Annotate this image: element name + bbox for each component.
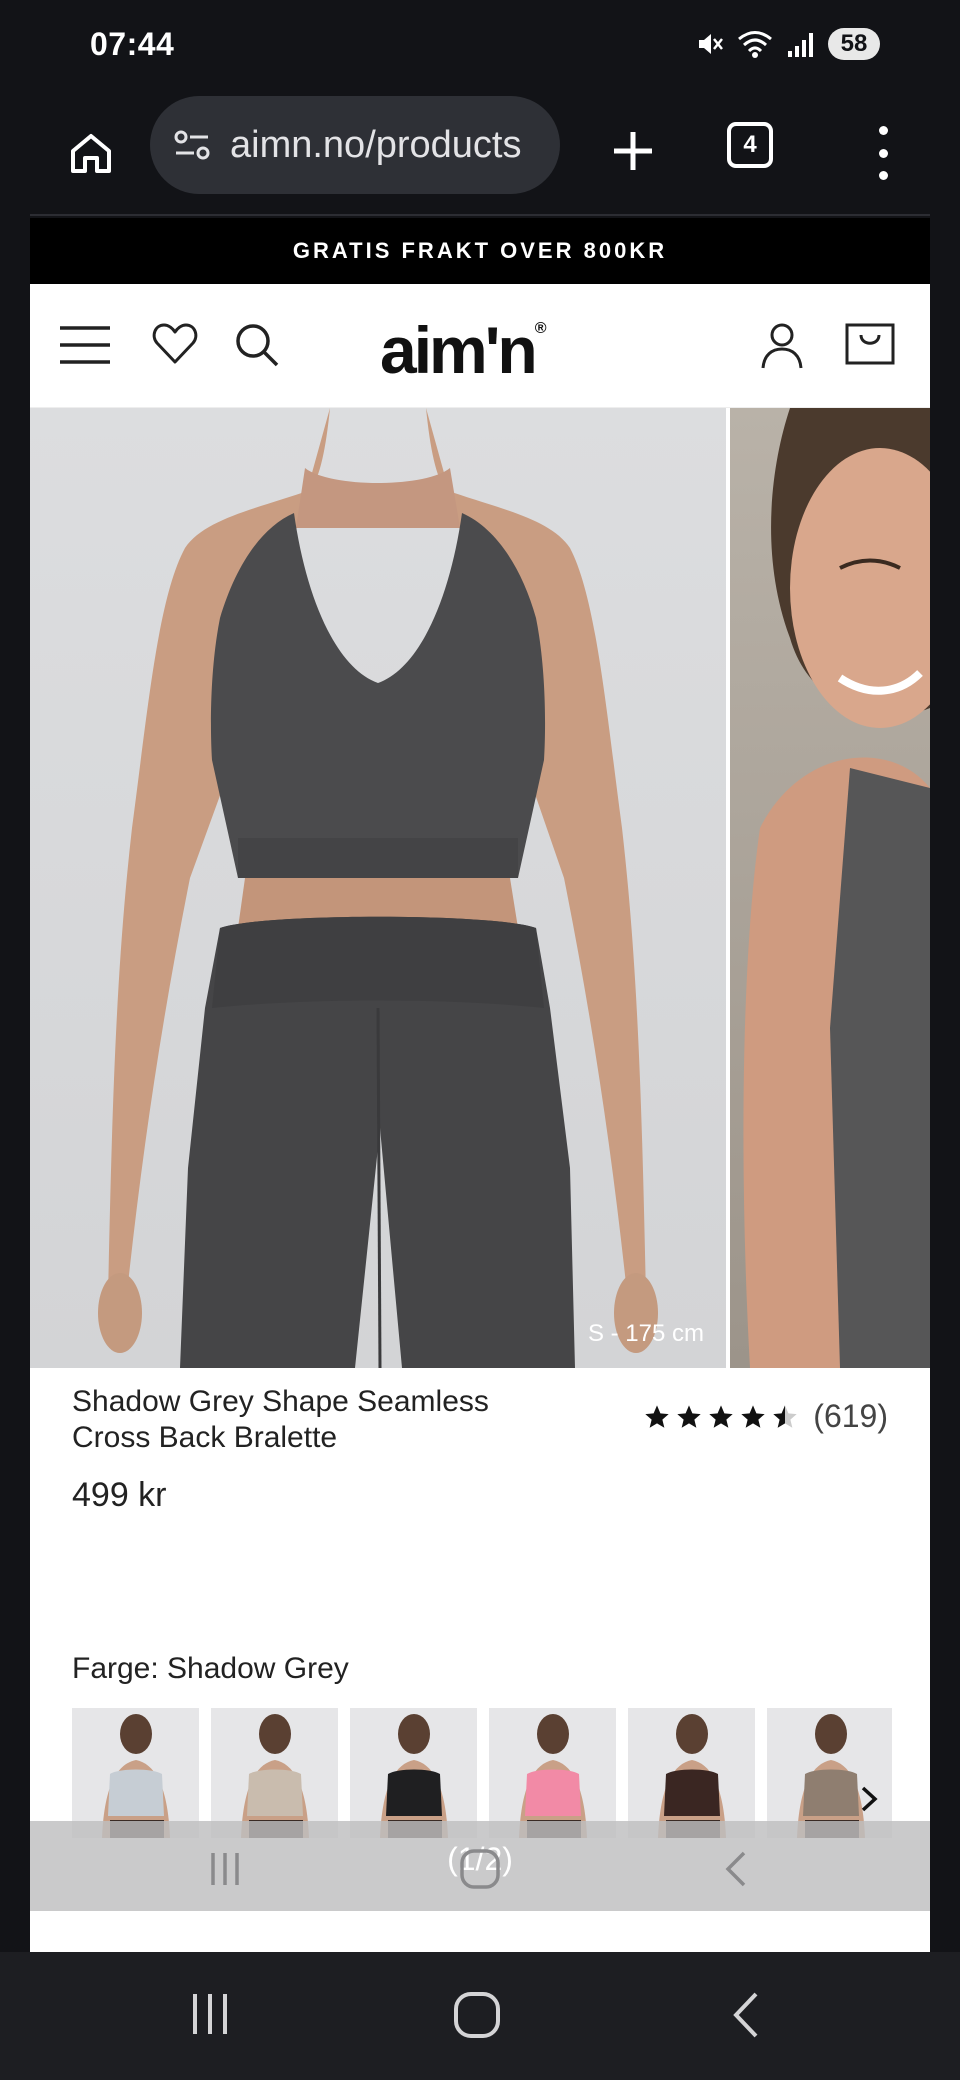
color-selector: Farge: Shadow Grey [30, 1652, 930, 1838]
product-info: Shadow Grey Shape Seamless Cross Back Br… [30, 1368, 930, 1518]
chevron-right-icon[interactable] [854, 1784, 884, 1814]
home-circle-icon[interactable] [452, 1990, 502, 2040]
home-button[interactable] [58, 120, 124, 186]
search-icon[interactable] [234, 322, 280, 368]
star-icon [645, 1404, 669, 1428]
battery-indicator: 58 [828, 28, 880, 60]
home-circle-icon [460, 1849, 500, 1889]
signal-icon [788, 33, 813, 57]
star-icon [741, 1404, 765, 1428]
address-bar[interactable]: aimn.no/products [150, 96, 560, 194]
product-price: 499 kr [72, 1476, 167, 1514]
new-tab-icon [614, 132, 652, 170]
new-tab-button[interactable] [598, 116, 668, 186]
color-label: Farge: Shadow Grey [72, 1652, 349, 1685]
web-page: GRATIS FRAKT OVER 800KR aim'n® S - 175 c… [30, 218, 930, 1952]
wifi-icon [738, 31, 772, 58]
rating-stars [643, 1403, 799, 1431]
promo-banner[interactable]: GRATIS FRAKT OVER 800KR [30, 218, 930, 284]
browser-toolbar: aimn.no/products 4 [30, 92, 930, 216]
overflow-menu-icon[interactable] [868, 120, 898, 186]
tab-switcher-icon[interactable]: 4 [727, 122, 773, 168]
color-swatch[interactable] [72, 1708, 199, 1838]
back-icon [725, 1851, 746, 1887]
site-settings-icon[interactable] [172, 128, 212, 162]
android-nav-bar [0, 1952, 960, 2080]
color-swatch-list [72, 1708, 892, 1838]
half-star-icon [773, 1404, 797, 1428]
brand-logo[interactable]: aim'n® [380, 312, 547, 388]
home-icon [71, 134, 111, 173]
color-swatch[interactable] [211, 1708, 338, 1838]
site-header: aim'n® [30, 284, 930, 408]
model-size-caption: S - 175 cm [587, 1320, 704, 1347]
hamburger-menu-icon[interactable] [58, 322, 112, 368]
status-time: 07:44 [90, 26, 175, 62]
recent-apps-icon[interactable] [187, 1990, 233, 2038]
star-icon [677, 1404, 701, 1428]
recent-apps-icon [211, 1853, 239, 1885]
product-image-next[interactable] [730, 408, 930, 1368]
heart-icon[interactable] [152, 322, 198, 366]
back-icon[interactable] [728, 1990, 764, 2040]
status-bar: 07:44 58 [0, 0, 960, 92]
color-swatch[interactable] [767, 1708, 892, 1838]
cart-icon[interactable] [844, 322, 896, 366]
mute-icon [699, 34, 723, 54]
review-count[interactable]: (619) [813, 1398, 888, 1435]
product-image-main[interactable]: S - 175 cm [30, 408, 726, 1368]
star-icon [709, 1404, 733, 1428]
account-icon[interactable] [760, 322, 804, 370]
color-swatch[interactable] [350, 1708, 477, 1838]
status-icons: 58 [694, 28, 880, 60]
color-swatch[interactable] [489, 1708, 616, 1838]
image-counter-overlay: (1/2) [30, 1821, 930, 1911]
product-title: Shadow Grey Shape Seamless Cross Back Br… [72, 1385, 489, 1454]
url-text[interactable]: aimn.no/products [230, 124, 522, 167]
product-rating[interactable]: (619) [643, 1398, 888, 1435]
color-swatch[interactable] [628, 1708, 755, 1838]
product-gallery[interactable]: S - 175 cm [30, 408, 930, 1368]
